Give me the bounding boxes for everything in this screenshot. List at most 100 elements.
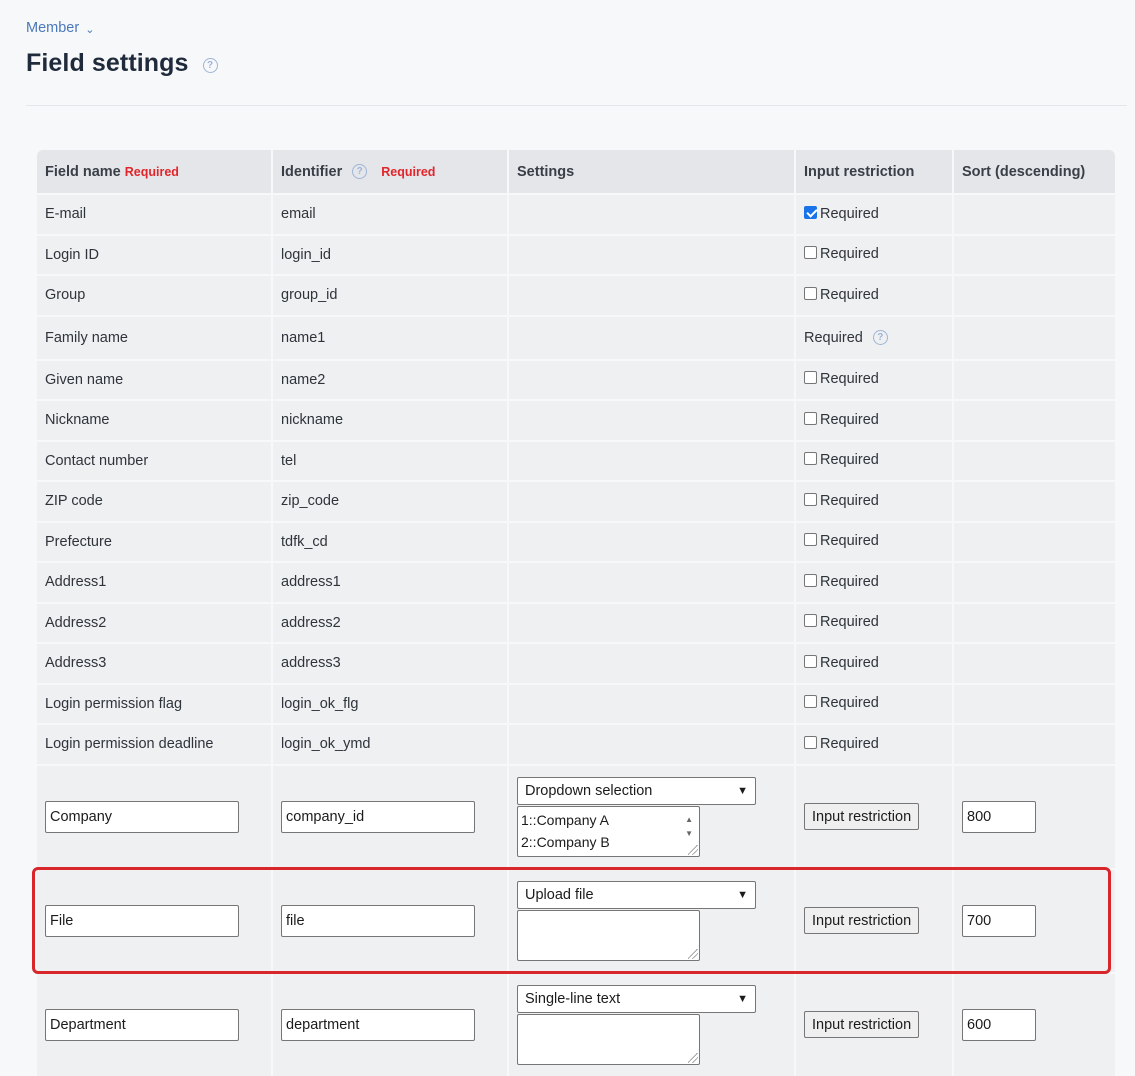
checkbox-icon[interactable] [804,735,817,749]
checkbox-icon[interactable] [804,695,817,709]
cell-identifier: name2 [273,358,507,399]
resize-handle-icon[interactable] [688,844,698,855]
cell-settings [509,642,794,683]
cell-identifier: email [273,193,507,234]
table-row-editable: Department department Single-line text ▼ … [37,971,1115,1076]
chevron-down-icon[interactable]: ▼ [737,993,748,1005]
checkbox-label: Required [820,411,879,428]
required-checkbox[interactable]: Required [804,452,879,468]
field-type-select[interactable]: Single-line text ▼ [517,984,756,1013]
cell-input-restriction: Required [796,561,952,602]
checkbox-icon[interactable] [804,614,817,628]
options-textarea[interactable]: 1::Company A 2::Company B ▲ ▼ [517,805,700,857]
checkbox-icon[interactable] [804,492,817,506]
breadcrumb[interactable]: Member ⌄ [26,20,94,36]
cell-sort [954,520,1115,561]
cell-input-restriction: Required [796,233,952,274]
cell-settings [509,193,794,234]
required-tag: Required [381,164,436,179]
checkbox-icon[interactable] [804,411,817,425]
cell-field-name: ZIP code [37,480,271,521]
help-icon[interactable]: ? [352,164,368,180]
field-type-select[interactable]: Upload file ▼ [517,880,756,909]
cell-settings [509,274,794,315]
required-checkbox[interactable]: Required [804,492,879,509]
chevron-down-icon[interactable]: ⌄ [85,23,94,36]
required-checkbox[interactable]: Required [804,735,879,752]
cell-input-restriction: Required [796,601,952,642]
required-checkbox[interactable]: Required [804,411,879,428]
help-icon[interactable]: ? [872,330,888,346]
cell-settings [509,480,794,521]
required-tag: Required [124,164,179,179]
field-type-select[interactable]: Dropdown selection ▼ [517,776,756,805]
table-row-editable: File file Upload file ▼ Input restriction… [37,867,1115,972]
required-checkbox[interactable]: Required [804,533,879,549]
checkbox-icon[interactable] [804,205,817,219]
checkbox-label: Required [820,371,879,388]
identifier-input[interactable]: company_id [281,800,475,833]
cell-input-restriction: Input restriction [796,971,952,1076]
cell-field-name: Group [37,274,271,315]
required-checkbox[interactable]: Required [804,654,879,671]
checkbox-label: Required [820,533,879,550]
resize-handle-icon[interactable] [688,1052,698,1063]
chevron-down-icon[interactable]: ▼ [737,785,748,797]
sort-input[interactable]: 700 [962,904,1036,937]
cell-settings [509,520,794,561]
required-checkbox[interactable]: Required [804,614,879,630]
options-textarea[interactable] [517,909,700,961]
identifier-input[interactable]: file [281,904,475,937]
input-restriction-button[interactable]: Input restriction [804,803,920,830]
cell-input-restriction: Required [796,682,952,723]
sort-input[interactable]: 800 [962,800,1036,833]
required-checkbox[interactable]: Required [804,695,879,711]
field-name-input[interactable]: File [45,904,239,937]
cell-sort [954,358,1115,399]
input-restriction-button[interactable]: Input restriction [804,1011,920,1038]
sort-input[interactable]: 600 [962,1008,1036,1041]
scroll-down-icon[interactable]: ▼ [685,823,693,845]
required-checkbox[interactable]: Required [804,371,879,387]
required-checkbox[interactable]: Required [804,286,879,303]
option-line: 1::Company A [521,811,609,828]
required-checkbox[interactable]: Required [804,573,879,590]
checkbox-icon[interactable] [804,452,817,466]
checkbox-icon[interactable] [804,533,817,547]
breadcrumb-label[interactable]: Member [26,20,79,36]
cell-sort [954,723,1115,764]
cell-settings: Upload file ▼ [509,867,794,972]
required-checkbox[interactable]: Required [804,246,879,262]
checkbox-icon[interactable] [804,654,817,668]
checkbox-label: Required [820,573,879,590]
header-settings: Settings [509,150,794,193]
cell-sort: 800 [954,763,1115,868]
cell-field-name: Address3 [37,642,271,683]
cell-sort [954,274,1115,315]
field-name-input[interactable]: Department [45,1008,239,1041]
cell-settings: Single-line text ▼ [509,971,794,1076]
help-icon[interactable]: ? [202,58,218,73]
required-checkbox[interactable]: Required [804,205,879,222]
checkbox-icon[interactable] [804,573,817,587]
cell-identifier: group_id [273,274,507,315]
cell-sort [954,233,1115,274]
chevron-down-icon[interactable]: ▼ [737,889,748,901]
checkbox-icon[interactable] [804,246,817,260]
cell-sort [954,399,1115,440]
page-title: Field settings [26,49,189,77]
field-name-input[interactable]: Company [45,800,239,833]
cell-field-name: Department [37,971,271,1076]
options-textarea[interactable] [517,1013,700,1065]
cell-sort [954,682,1115,723]
cell-sort: 600 [954,971,1115,1076]
cell-identifier: address2 [273,601,507,642]
checkbox-icon[interactable] [804,371,817,385]
resize-handle-icon[interactable] [688,948,698,959]
table-row: Prefecture tdfk_cd Required [37,520,1115,561]
input-restriction-button[interactable]: Input restriction [804,907,920,934]
cell-settings [509,233,794,274]
table-row: Address2 address2 Required [37,601,1115,642]
checkbox-icon[interactable] [804,286,817,300]
identifier-input[interactable]: department [281,1008,475,1041]
